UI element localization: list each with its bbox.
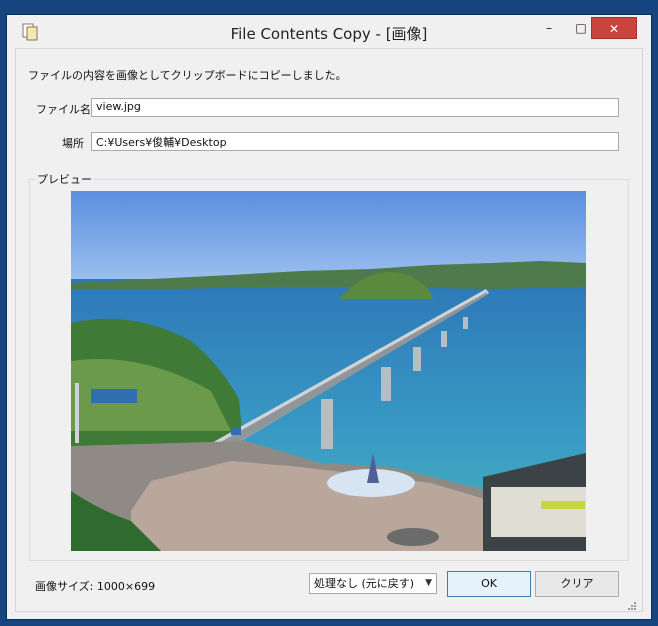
resize-grip-icon[interactable] <box>627 601 637 611</box>
chevron-down-icon: ▼ <box>425 578 432 588</box>
title-bar[interactable]: File Contents Copy - [画像] – □ ✕ <box>7 15 651 49</box>
preview-image <box>71 191 586 551</box>
status-message: ファイルの内容を画像としてクリップボードにコピーしました。 <box>28 69 347 82</box>
app-window: File Contents Copy - [画像] – □ ✕ ファイルの内容を… <box>6 14 652 620</box>
location-field[interactable]: C:¥Users¥俊輔¥Desktop <box>91 132 619 151</box>
preview-label: プレビュー <box>35 171 94 187</box>
location-label: 場所 <box>62 137 84 150</box>
image-size-label: 画像サイズ: 1000×699 <box>35 580 156 593</box>
filename-field[interactable]: view.jpg <box>91 98 619 117</box>
filename-label: ファイル名 <box>36 103 91 116</box>
process-option-select[interactable]: 処理なし (元に戻す) ▼ <box>309 573 437 594</box>
clear-button[interactable]: クリア <box>535 571 619 597</box>
ok-button[interactable]: OK <box>447 571 531 597</box>
process-option-value: 処理なし (元に戻す) <box>314 577 415 590</box>
minimize-button[interactable]: – <box>535 17 563 39</box>
close-button[interactable]: ✕ <box>591 17 637 39</box>
